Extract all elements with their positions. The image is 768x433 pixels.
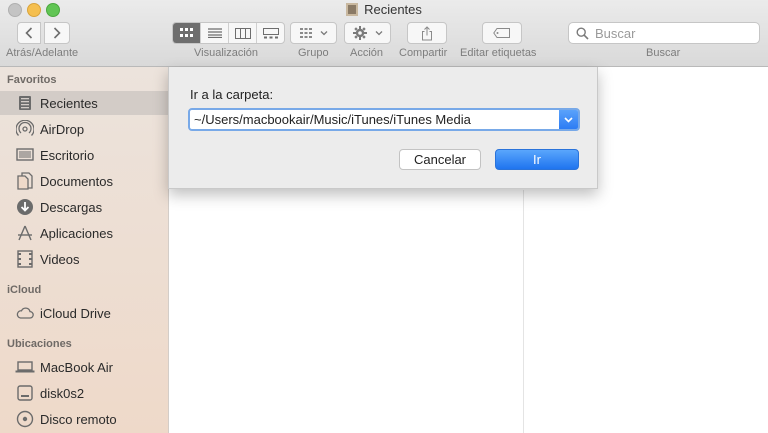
nav-label: Atrás/Adelante [6,47,79,59]
cancel-button[interactable]: Cancelar [399,149,481,170]
gallery-icon [262,27,279,38]
chevron-down-icon [320,31,327,36]
recents-icon [15,94,35,112]
search-input[interactable] [595,25,755,41]
gallery-view-button[interactable] [257,23,284,43]
chevron-right-icon [53,27,61,39]
search-icon [576,26,589,40]
toolbar: Recientes Atrás/Adelante Visualización G… [0,0,768,67]
search-label: Buscar [646,47,681,59]
airdrop-icon [15,120,35,138]
sidebar-header-icloud: iCloud [7,284,42,296]
sidebar-header-favorites: Favoritos [7,74,57,86]
sidebar-item-label: Escritorio [40,147,95,163]
share-icon [422,25,432,40]
folder-path-input[interactable] [190,111,561,128]
sidebar-item-descargas[interactable]: Descargas [0,195,168,219]
sidebar-item-recientes[interactable]: Recientes [0,91,168,115]
window-title-text: Recientes [364,2,422,17]
sidebar-item-label: Videos [40,251,80,267]
go-to-folder-label: Ir a la carpeta: [190,87,274,102]
sidebar-item-label: Descargas [40,199,103,215]
sidebar-item-macbook-air[interactable]: MacBook Air [0,355,168,379]
edit-tags-label: Editar etiquetas [460,47,537,59]
sidebar-item-label: MacBook Air [40,359,113,375]
view-label: Visualización [194,47,259,59]
sidebar-item-label: disk0s2 [40,385,85,401]
desktop-icon [15,146,35,164]
sidebar-item-disk0s2[interactable]: disk0s2 [0,381,168,405]
sidebar-item-aplicaciones[interactable]: Aplicaciones [0,221,168,245]
remote-disc-icon [15,410,35,428]
sidebar-item-airdrop[interactable]: AirDrop [0,117,168,141]
downloads-icon [15,198,35,216]
group-label: Grupo [298,47,329,59]
sidebar-item-label: Recientes [40,95,98,111]
icon-view-button[interactable] [173,23,201,43]
sidebar-item-documentos[interactable]: Documentos [0,169,168,193]
path-history-dropdown[interactable] [559,110,578,129]
recents-folder-icon [346,3,359,16]
folder-path-field[interactable] [188,108,580,131]
forward-button[interactable] [44,22,70,44]
gear-icon [352,26,367,40]
columns-icon [234,27,251,39]
go-button[interactable]: Ir [495,149,579,170]
grid-icon [179,28,193,37]
sidebar-item-icloud-drive[interactable]: iCloud Drive [0,301,168,325]
laptop-icon [15,358,35,376]
sidebar-item-disco-remoto[interactable]: Disco remoto [0,407,168,431]
sidebar-item-label: iCloud Drive [40,305,111,321]
sidebar-item-label: Disco remoto [40,411,117,427]
tag-icon [493,28,510,38]
back-button[interactable] [17,22,41,44]
edit-tags-button[interactable] [482,22,522,44]
sidebar: Favoritos Recientes AirDrop Escritorio D… [0,67,169,433]
action-button[interactable] [344,22,391,44]
list-icon [207,28,222,38]
search-field[interactable] [568,22,760,44]
chevron-down-icon [564,116,573,123]
disk-icon [15,384,35,402]
window-title: Recientes [0,2,768,17]
column-divider [523,190,524,433]
documents-icon [15,172,35,190]
applications-icon [15,224,35,242]
sidebar-item-label: AirDrop [40,121,85,137]
group-button[interactable] [290,22,337,44]
chevron-down-icon [375,31,382,36]
action-label: Acción [350,47,384,59]
sidebar-header-locations: Ubicaciones [7,338,72,350]
sidebar-item-label: Aplicaciones [40,225,113,241]
sidebar-item-escritorio[interactable]: Escritorio [0,143,168,167]
column-view-button[interactable] [229,23,257,43]
sidebar-item-label: Documentos [40,173,113,189]
share-label: Compartir [399,47,448,59]
movies-icon [15,250,35,268]
list-view-button[interactable] [201,23,229,43]
share-button[interactable] [407,22,447,44]
sidebar-item-videos[interactable]: Videos [0,247,168,271]
go-to-folder-dialog: Ir a la carpeta: Cancelar Ir [168,67,598,189]
cloud-icon [15,304,35,322]
group-grid-icon [299,28,312,38]
view-segmented-control [172,22,285,44]
chevron-left-icon [25,27,33,39]
